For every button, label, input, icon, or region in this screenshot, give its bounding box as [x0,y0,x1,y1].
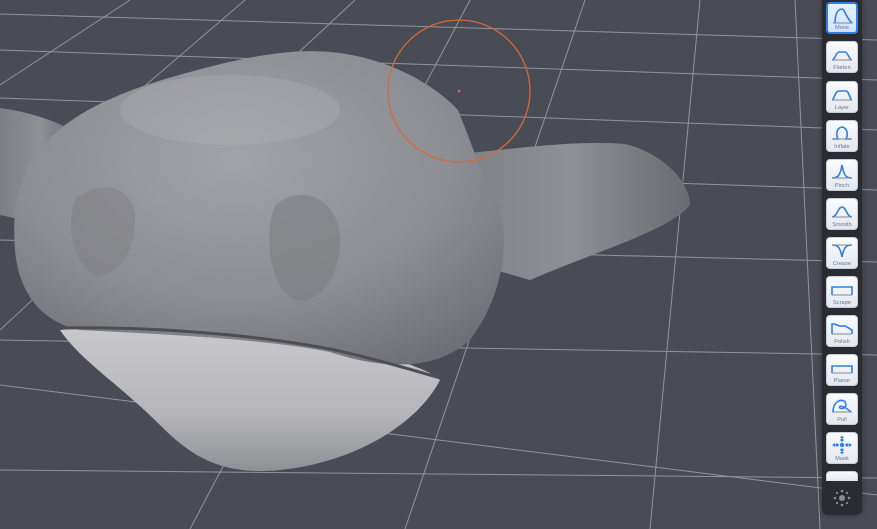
tool-label: Inflate [834,144,850,150]
tool-move[interactable]: Move [826,2,858,34]
pull-brush-icon [832,399,852,413]
planar-brush-icon [831,365,853,374]
scrape-brush-icon [831,286,853,296]
settings-icon [833,489,851,507]
tool-planar[interactable]: Planar [826,354,858,386]
tool-smooth[interactable]: Smooth [826,198,858,230]
tool-label: Flatten [833,65,851,71]
tool-label: Crease [832,261,852,267]
tool-inflate[interactable]: Inflate [826,120,858,152]
tool-label: Pull [837,417,847,423]
brush-center-dot [457,89,461,93]
inflate-brush-icon [832,126,852,140]
tool-label: Polish [834,339,850,345]
tool-mask[interactable]: Mask [826,432,858,464]
tool-crease[interactable]: Crease [826,237,858,269]
pinch-brush-icon [831,164,853,179]
crease-brush-icon [831,244,853,258]
tool-polish[interactable]: Polish [826,315,858,347]
layer-brush-icon [831,90,853,101]
flatten-brush-icon [831,51,853,61]
polish-brush-icon [831,323,853,335]
tool-label: Layer [834,105,850,111]
tool-layer[interactable]: Layer [826,81,858,113]
settings-button[interactable] [826,484,858,512]
forehead-highlight [120,75,340,145]
tool-label: Mask [835,456,849,462]
move-brush-icon [833,8,853,24]
tool-label: Pinch [834,183,850,189]
mask-brush-icon [832,435,852,455]
smooth-brush-icon [831,206,853,218]
tool-pull[interactable]: Pull [826,393,858,425]
tool-next-partial[interactable] [826,471,858,481]
tool-label: Move [835,25,849,31]
brush-toolbar: Move Flatten Layer Inflate Pinch Smooth … [822,0,862,515]
tool-flatten[interactable]: Flatten [826,41,858,73]
tool-label: Planar [833,378,851,384]
tool-label: Scrape [832,300,852,306]
tool-scrape[interactable]: Scrape [826,276,858,308]
tool-pinch[interactable]: Pinch [826,159,858,191]
3d-sculpt-viewport[interactable] [0,0,877,529]
sculpt-mesh[interactable] [0,51,690,472]
tool-label: Smooth [832,222,852,228]
